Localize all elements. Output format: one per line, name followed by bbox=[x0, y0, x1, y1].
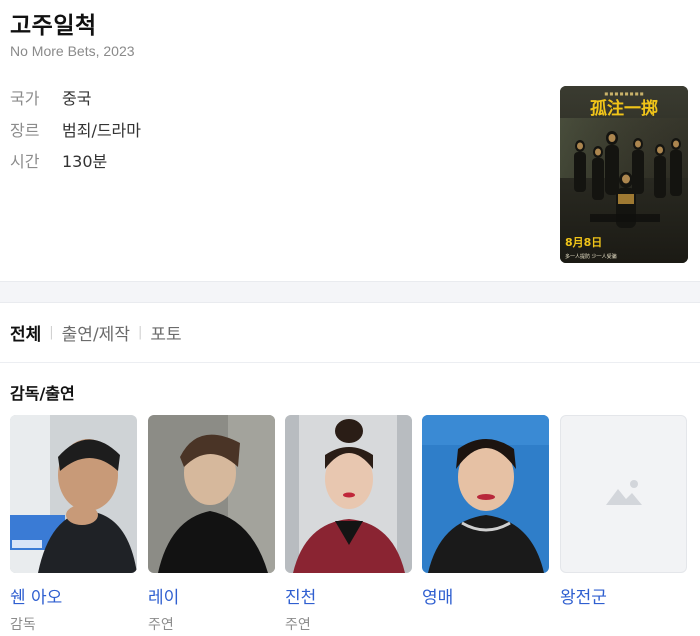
cast-role: 주연 bbox=[285, 617, 311, 633]
info-row-genre: 장르 범죄/드라마 bbox=[10, 117, 141, 141]
info-value: 범죄/드라마 bbox=[62, 121, 141, 140]
info-label: 시간 bbox=[10, 152, 40, 171]
movie-poster[interactable]: ■ ■ ■ ■ ■ ■ ■ ■ 孤注一掷 8月8日 多一人提防 少一人受骗 bbox=[560, 86, 688, 263]
tab-divider: | bbox=[49, 325, 54, 340]
cast-role: 감독 bbox=[10, 617, 36, 633]
section-divider bbox=[0, 281, 700, 303]
info-label: 장르 bbox=[10, 121, 40, 140]
tab-cast-crew[interactable]: 출연/제작 bbox=[62, 320, 130, 345]
cast-card[interactable]: 진천 주연 bbox=[285, 415, 412, 634]
cast-card[interactable]: 영매 bbox=[422, 415, 549, 614]
cast-card[interactable]: 쉔 아오 감독 bbox=[10, 415, 137, 634]
info-row-country: 국가 중국 bbox=[10, 85, 91, 109]
cast-photo[interactable] bbox=[422, 415, 549, 573]
cast-section-heading: 감독/출연 bbox=[10, 384, 75, 403]
image-placeholder-icon bbox=[604, 477, 644, 511]
movie-title: 고주일척 bbox=[10, 13, 97, 39]
cast-role: 주연 bbox=[148, 617, 174, 633]
tab-all[interactable]: 전체 bbox=[10, 320, 41, 345]
cast-name[interactable]: 왕전군 bbox=[560, 583, 687, 608]
info-label: 국가 bbox=[10, 89, 40, 108]
cast-name[interactable]: 쉔 아오 bbox=[10, 583, 137, 608]
movie-subtitle: No More Bets, 2023 bbox=[10, 43, 135, 59]
cast-name[interactable]: 진천 bbox=[285, 583, 412, 608]
tab-photos[interactable]: 포토 bbox=[150, 320, 181, 345]
content-tabs: 전체 | 출연/제작 | 포토 bbox=[0, 303, 700, 363]
svg-text:■ ■ ■ ■ ■ ■ ■ ■: ■ ■ ■ ■ ■ ■ ■ ■ bbox=[604, 91, 643, 96]
info-row-runtime: 시간 130분 bbox=[10, 148, 107, 172]
poster-tagline: 多一人提防 少一人受骗 bbox=[565, 253, 617, 260]
info-value: 130분 bbox=[62, 152, 108, 171]
cast-card[interactable]: 왕전군 bbox=[560, 415, 687, 614]
poster-date-text: 8月8日 bbox=[565, 236, 602, 249]
cast-photo[interactable] bbox=[148, 415, 275, 573]
movie-info-panel: 고주일척 No More Bets, 2023 국가 중국 장르 범죄/드라마 … bbox=[0, 0, 700, 281]
cast-name[interactable]: 영매 bbox=[422, 583, 549, 608]
info-value: 중국 bbox=[62, 89, 92, 108]
cast-photo-placeholder[interactable] bbox=[560, 415, 687, 573]
cast-name[interactable]: 레이 bbox=[148, 583, 275, 608]
cast-photo[interactable] bbox=[285, 415, 412, 573]
poster-title-text: 孤注一掷 bbox=[590, 98, 658, 119]
cast-card[interactable]: 레이 주연 bbox=[148, 415, 275, 634]
tab-divider: | bbox=[137, 325, 143, 340]
cast-photo[interactable] bbox=[10, 415, 137, 573]
